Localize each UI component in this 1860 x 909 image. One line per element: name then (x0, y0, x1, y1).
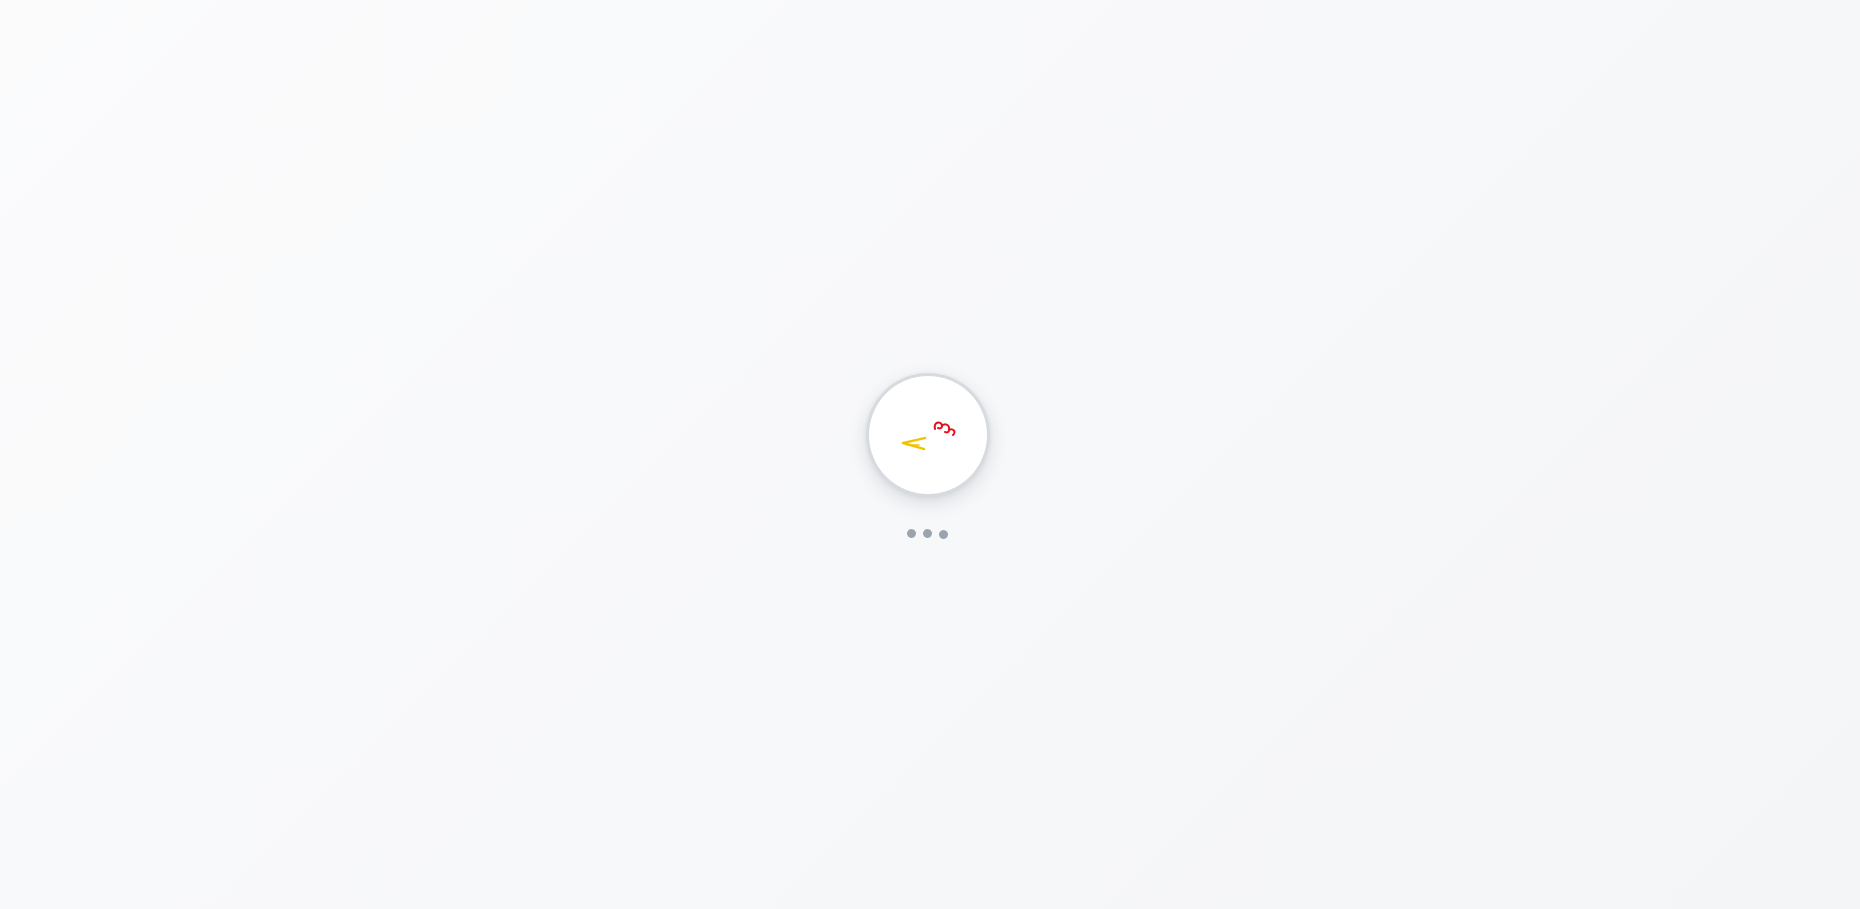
brand-logo (866, 373, 990, 497)
loading-dot (939, 530, 948, 539)
brand-logo-icon (901, 421, 956, 451)
loading-dots-icon (907, 529, 951, 539)
loading-dot (923, 529, 932, 538)
loading-screen (0, 0, 1860, 909)
loading-dot (907, 529, 916, 538)
